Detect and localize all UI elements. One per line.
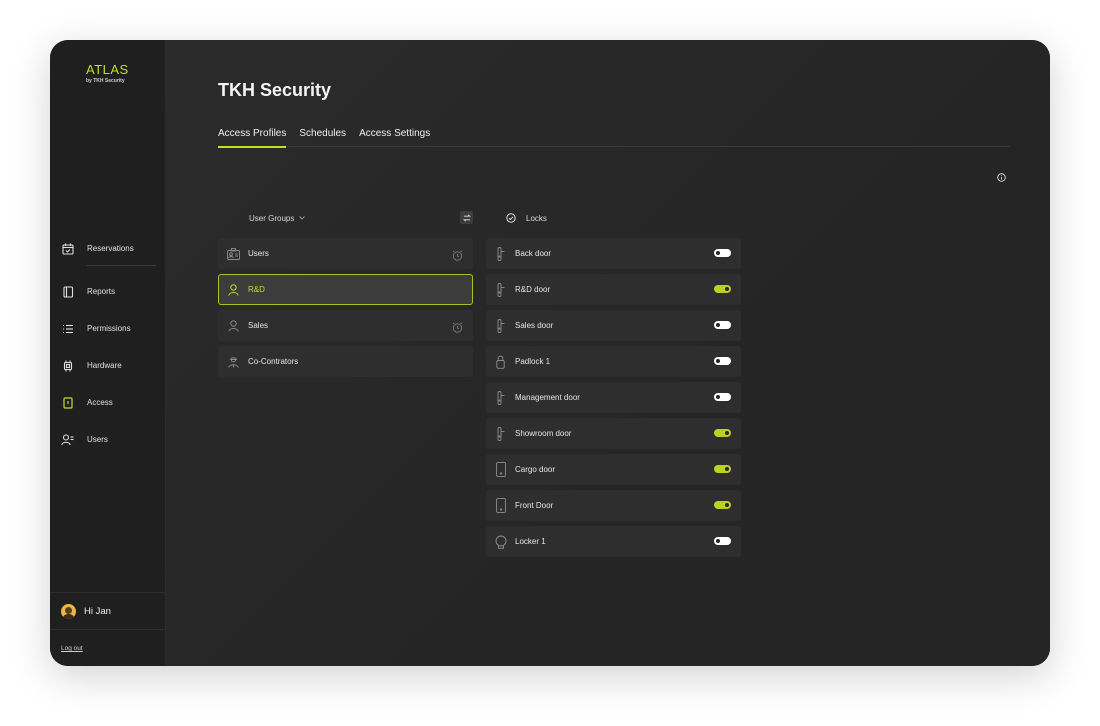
lock-label: R&D door (515, 285, 551, 294)
locker-icon (494, 534, 507, 549)
notebook-icon (61, 285, 74, 298)
door-handle-icon (494, 390, 507, 405)
calendar-icon (61, 242, 74, 255)
access-door-icon (61, 396, 74, 409)
door-panel-icon (494, 498, 507, 513)
person-icon (227, 283, 240, 296)
info-icon[interactable] (997, 169, 1006, 182)
app-window: ATLAS by TKH Security Reservations Repor… (50, 40, 1050, 666)
group-label: Users (248, 249, 269, 258)
user-greeting: Hi Jan (84, 605, 111, 617)
locks-label: Locks (526, 213, 547, 223)
lock-row: Showroom door (486, 418, 741, 449)
sidebar-item-permissions[interactable]: Permissions (50, 310, 166, 347)
lock-list: Back door R&D door Sales door Padlock 1 … (486, 238, 741, 562)
lock-toggle[interactable] (714, 537, 731, 545)
sidebar-item-label: Access (87, 398, 113, 407)
sidebar-item-label: Reports (87, 287, 116, 296)
lock-row: Cargo door (486, 454, 741, 485)
brand-subtitle: by TKH Security (86, 78, 125, 84)
clock-icon[interactable] (452, 320, 463, 333)
swap-icon (462, 213, 471, 222)
brand-name: ATLAS (86, 62, 129, 77)
lock-label: Showroom door (515, 429, 572, 438)
swap-button[interactable] (460, 211, 473, 224)
lock-row: Locker 1 (486, 526, 741, 557)
sidebar-item-label: Users (87, 435, 108, 444)
user-group-list: Users R&D Sales Co-Contrators (218, 238, 473, 382)
sidebar-item-label: Permissions (87, 324, 131, 333)
users-icon (61, 433, 74, 446)
lock-row: Padlock 1 (486, 346, 741, 377)
chevron-down-icon (299, 216, 306, 220)
lock-label: Management door (515, 393, 580, 402)
lock-toggle[interactable] (714, 249, 731, 257)
list-icon (61, 322, 74, 335)
door-handle-icon (494, 282, 507, 297)
padlock-icon (494, 354, 507, 369)
lock-row: Front Door (486, 490, 741, 521)
lock-toggle[interactable] (714, 501, 731, 509)
page-title: TKH Security (218, 80, 332, 100)
lock-label: Padlock 1 (515, 357, 551, 366)
group-label: Co-Contrators (248, 357, 299, 366)
user-groups-dropdown[interactable]: User Groups (249, 213, 306, 223)
lock-toggle[interactable] (714, 465, 731, 473)
main-content: TKH Security Access Profiles Schedules A… (166, 40, 1050, 666)
lock-label: Sales door (515, 321, 554, 330)
user-profile[interactable]: Hi Jan (50, 592, 166, 630)
lock-label: Locker 1 (515, 537, 546, 546)
logout-link[interactable]: Log out (61, 645, 83, 652)
avatar (61, 603, 76, 619)
lock-row: Sales door (486, 310, 741, 341)
tab-access-profiles[interactable]: Access Profiles (218, 128, 287, 148)
lock-label: Back door (515, 249, 552, 258)
group-row-co-contractors[interactable]: Co-Contrators (218, 346, 473, 377)
lock-toggle[interactable] (714, 357, 731, 365)
locks-header: Locks (496, 205, 751, 231)
id-card-icon (227, 247, 240, 260)
lock-row: Back door (486, 238, 741, 269)
lock-toggle[interactable] (714, 393, 731, 401)
worker-icon (227, 355, 240, 368)
sidebar-item-hardware[interactable]: Hardware (50, 347, 166, 384)
door-handle-icon (494, 318, 507, 333)
lock-toggle[interactable] (714, 321, 731, 329)
tab-access-settings[interactable]: Access Settings (359, 128, 430, 147)
check-circle-icon (506, 213, 516, 223)
group-row-sales[interactable]: Sales (218, 310, 473, 341)
sidebar-item-access[interactable]: Access (50, 384, 166, 421)
clock-icon[interactable] (452, 248, 463, 261)
person-icon (227, 319, 240, 332)
door-handle-icon (494, 426, 507, 441)
group-row-rnd[interactable]: R&D (218, 274, 473, 305)
nav-divider (86, 265, 156, 266)
group-label: R&D (248, 285, 265, 294)
chip-icon (61, 359, 74, 372)
lock-label: Front Door (515, 501, 554, 510)
sidebar-item-reservations[interactable]: Reservations (50, 230, 166, 267)
main-nav: Reservations Reports Permissions Hardwar… (50, 230, 166, 458)
user-groups-header: User Groups (218, 205, 473, 231)
lock-toggle[interactable] (714, 285, 731, 293)
sidebar: ATLAS by TKH Security Reservations Repor… (50, 40, 166, 666)
lock-row: Management door (486, 382, 741, 413)
sidebar-item-label: Hardware (87, 361, 122, 370)
door-panel-icon (494, 462, 507, 477)
sidebar-item-users[interactable]: Users (50, 421, 166, 458)
tab-bar: Access Profiles Schedules Access Setting… (218, 128, 1010, 148)
user-groups-label: User Groups (249, 213, 295, 223)
group-label: Sales (248, 321, 269, 330)
lock-row: R&D door (486, 274, 741, 305)
brand-logo: ATLAS by TKH Security (86, 62, 129, 84)
sidebar-item-label: Reservations (87, 244, 134, 253)
lock-toggle[interactable] (714, 429, 731, 437)
tab-schedules[interactable]: Schedules (299, 128, 346, 147)
lock-label: Cargo door (515, 465, 556, 474)
group-row-users[interactable]: Users (218, 238, 473, 269)
sidebar-item-reports[interactable]: Reports (50, 273, 166, 310)
door-handle-icon (494, 246, 507, 261)
